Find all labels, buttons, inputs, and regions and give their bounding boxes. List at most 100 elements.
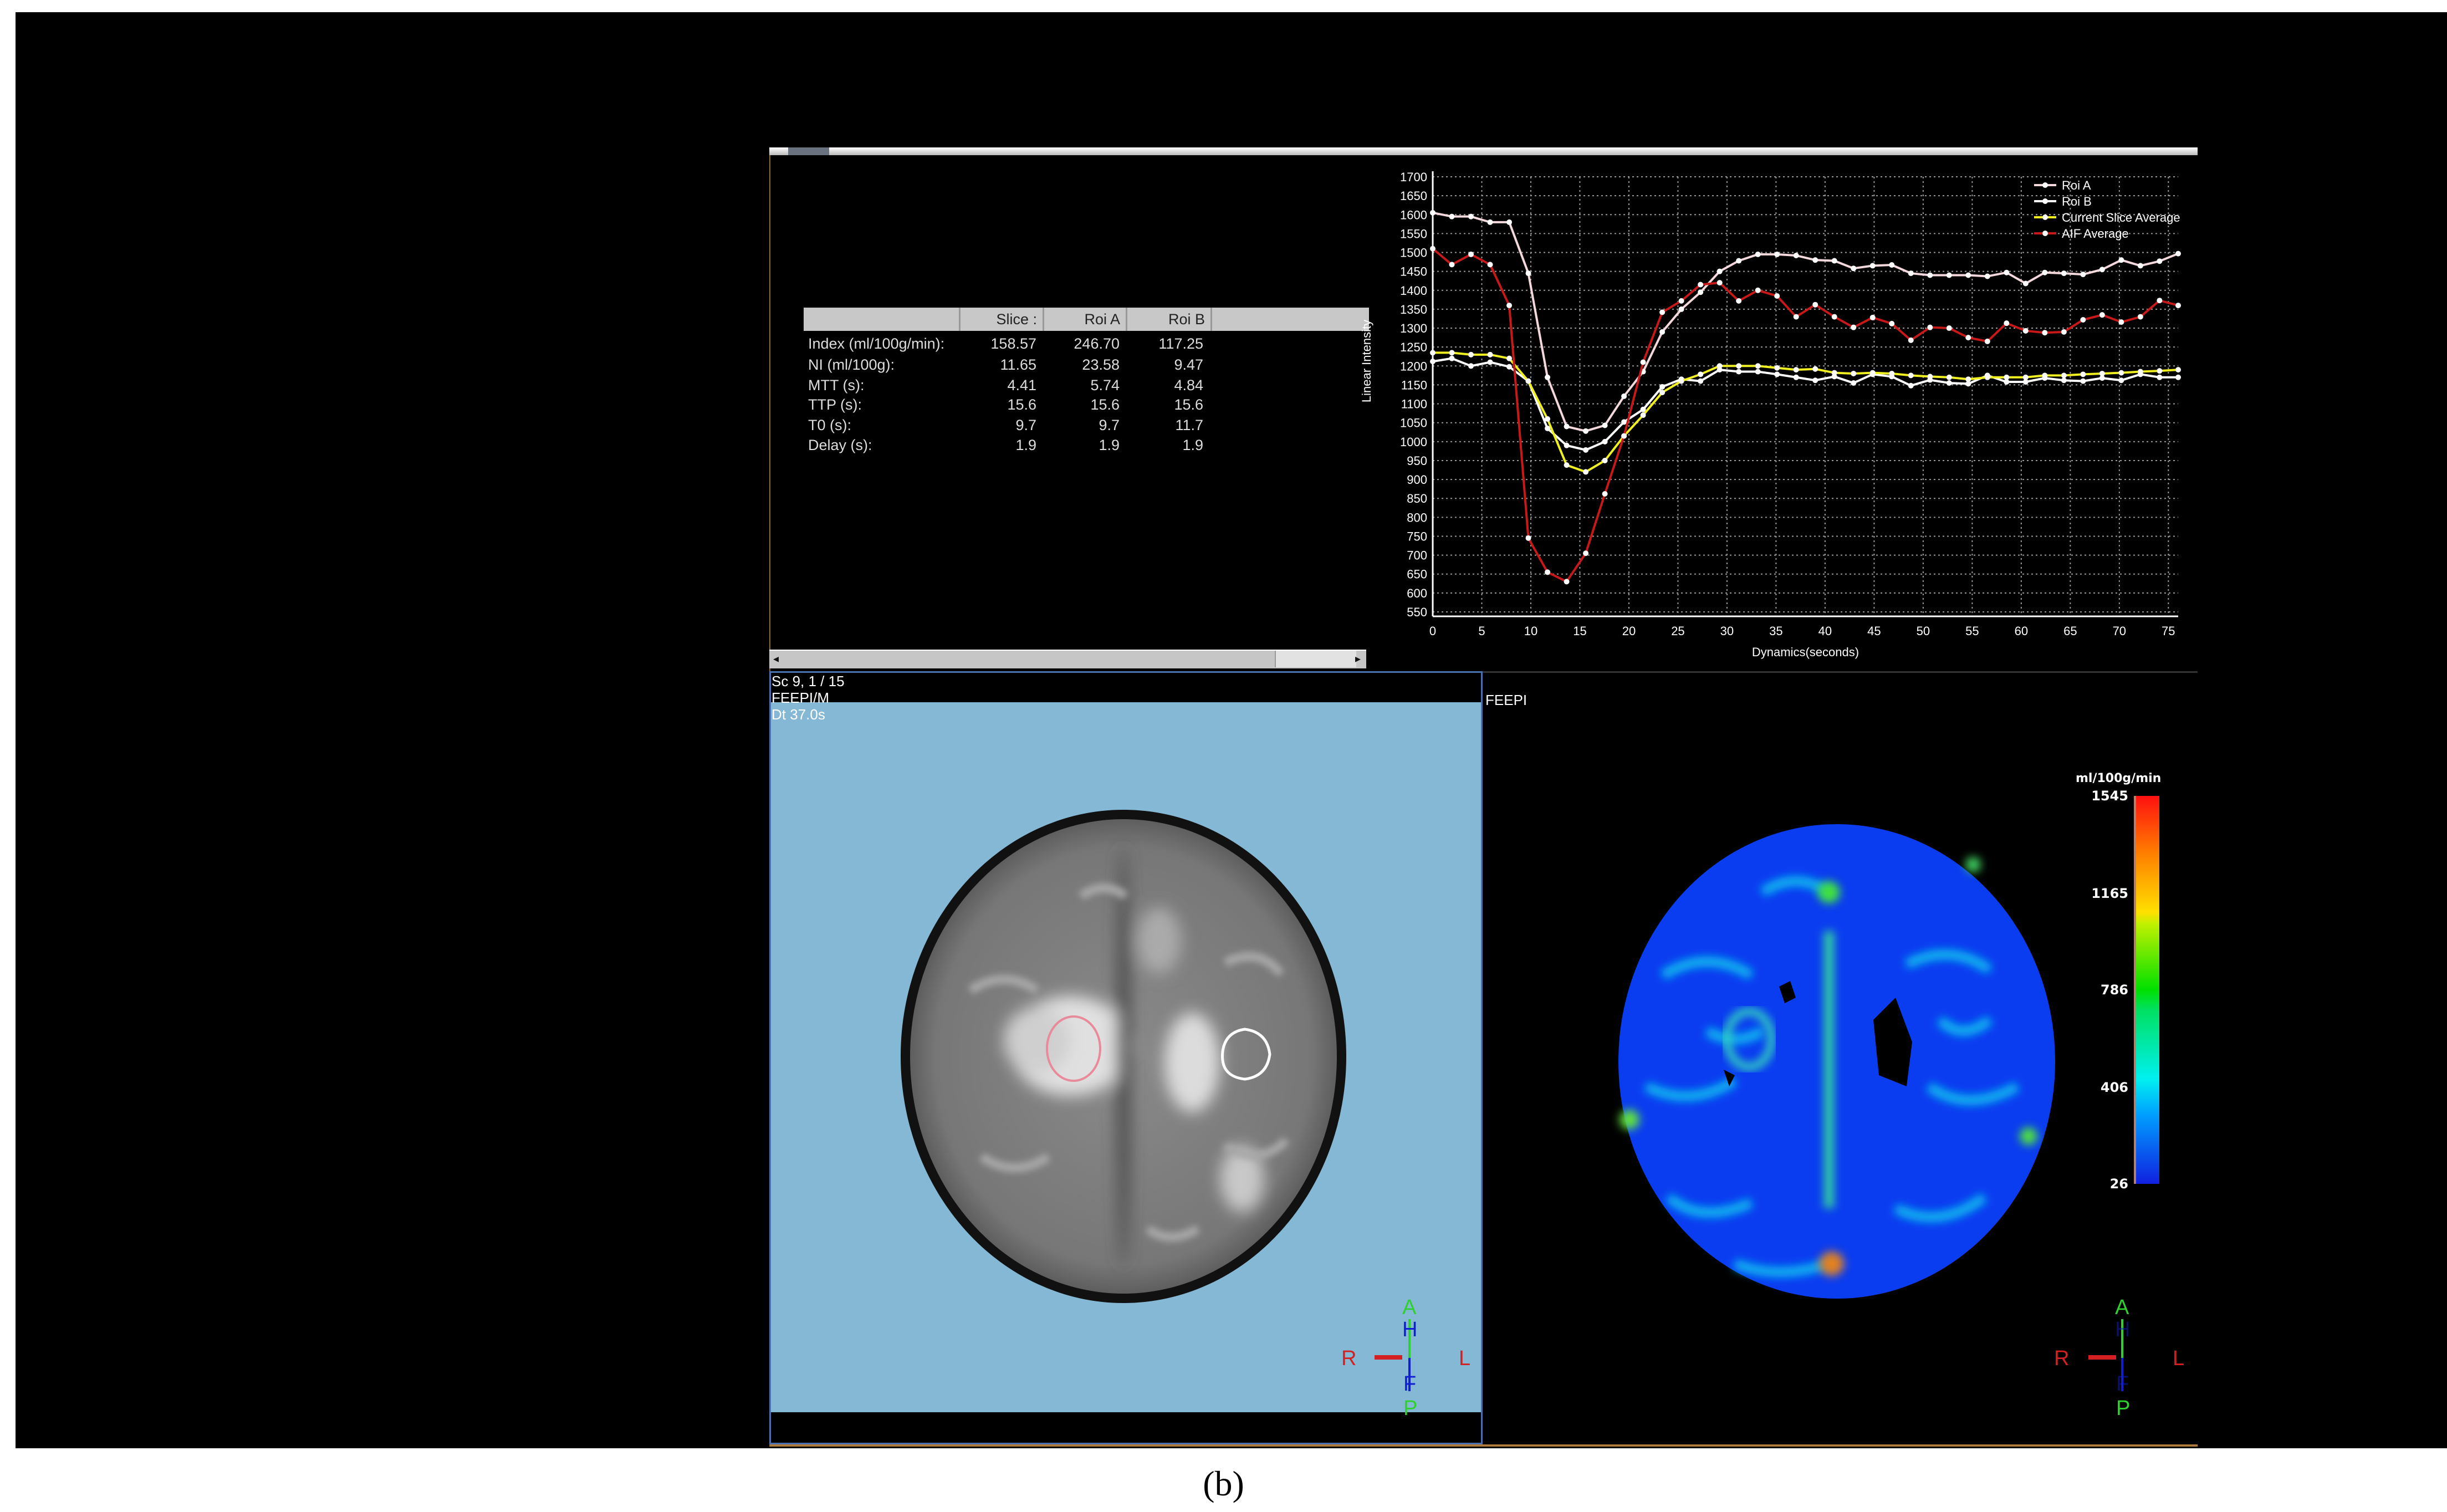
- data-point: [2042, 269, 2048, 275]
- data-point: [1449, 262, 1455, 268]
- table-row-label: NI (ml/100g):: [808, 356, 895, 373]
- table-cell-roi-b: 15.6: [1174, 396, 1203, 413]
- data-point: [1698, 371, 1704, 377]
- data-point: [2080, 378, 2086, 384]
- data-point: [1965, 272, 1971, 278]
- data-point: [1468, 363, 1474, 369]
- table-cell-slice: 11.65: [1000, 356, 1036, 373]
- orientation-anterior: A: [2115, 1296, 2129, 1319]
- table-cell-slice: 158.57: [990, 335, 1036, 352]
- data-point: [1774, 251, 1780, 257]
- cbf-perfusion-map[interactable]: [1596, 809, 2084, 1308]
- data-point: [1640, 359, 1646, 365]
- y-tick-label: 1500: [1400, 246, 1427, 260]
- top-toolbar-strip: [769, 147, 2198, 155]
- x-tick-label: 0: [1429, 624, 1436, 638]
- data-point: [1736, 298, 1742, 304]
- y-tick-label: 1600: [1400, 208, 1427, 222]
- data-point: [1851, 324, 1857, 330]
- x-tick-label: 20: [1622, 624, 1636, 638]
- table-header-slice[interactable]: Slice :: [961, 308, 1044, 331]
- y-tick-label: 950: [1407, 454, 1427, 468]
- data-point: [1621, 393, 1627, 399]
- x-tick-label: 40: [1818, 624, 1832, 638]
- data-point: [2175, 251, 2181, 257]
- data-point: [1908, 270, 1914, 277]
- y-tick-label: 1050: [1400, 416, 1427, 430]
- data-point: [1851, 265, 1857, 272]
- table-row-label: T0 (s):: [808, 417, 851, 433]
- data-point: [1659, 309, 1666, 315]
- signal-intensity-chart: 5506006507007508008509009501000105011001…: [1360, 170, 2181, 659]
- legend-marker: [2042, 198, 2048, 204]
- data-point: [2137, 314, 2143, 320]
- figure-caption: (b): [1203, 1464, 1244, 1503]
- scroll-left-arrow-icon[interactable]: ◂: [770, 651, 781, 667]
- data-point: [1583, 428, 1589, 434]
- orientation-head: H: [1402, 1318, 1418, 1341]
- data-point: [1736, 258, 1742, 264]
- y-tick-label: 1550: [1400, 227, 1427, 241]
- data-point: [1545, 374, 1551, 380]
- data-point: [2099, 312, 2105, 318]
- table-cell-slice: 1.9: [1015, 437, 1036, 453]
- data-point: [1812, 302, 1818, 308]
- data-point: [2042, 372, 2048, 379]
- data-point: [1736, 363, 1742, 369]
- table-cell-roi-a: 5.74: [1090, 377, 1120, 394]
- data-point: [1812, 377, 1818, 384]
- colorbar-tick: 406: [2100, 1080, 2128, 1095]
- toolbar-tab[interactable]: [788, 147, 829, 155]
- data-point: [2022, 328, 2029, 334]
- y-tick-label: 750: [1407, 529, 1427, 543]
- table-header-roi-b[interactable]: Roi B: [1127, 308, 1212, 331]
- data-point: [1831, 258, 1837, 264]
- data-point: [2022, 374, 2029, 380]
- table-header-label[interactable]: [804, 308, 961, 331]
- table-header-roi-a[interactable]: Roi A: [1044, 308, 1127, 331]
- data-point: [2175, 367, 2181, 373]
- orientation-feet: F: [1403, 1372, 1417, 1396]
- legend-label: Roi B: [2062, 195, 2092, 208]
- data-point: [1659, 384, 1666, 390]
- x-tick-label: 35: [1769, 624, 1782, 638]
- table-row-label: Index (ml/100g/min):: [808, 335, 945, 352]
- data-point: [1889, 320, 1895, 326]
- data-point: [1564, 462, 1570, 468]
- orientation-right: R: [1341, 1347, 1357, 1370]
- x-tick-label: 75: [2162, 624, 2175, 638]
- data-point: [1774, 365, 1780, 371]
- data-point: [1889, 262, 1895, 268]
- series-line-roi-a: [1432, 211, 2179, 432]
- y-tick-label: 1650: [1400, 189, 1427, 203]
- data-point: [2118, 319, 2124, 325]
- x-tick-label: 50: [1917, 624, 1930, 638]
- y-tick-label: 700: [1407, 549, 1427, 563]
- colorbar-tick-min: 26: [2109, 1176, 2128, 1192]
- data-point: [2175, 374, 2181, 380]
- data-point: [1812, 366, 1818, 372]
- data-point: [1583, 447, 1589, 453]
- data-point: [1640, 412, 1646, 418]
- data-point: [1659, 329, 1666, 335]
- table-cell-roi-b: 117.25: [1158, 335, 1203, 352]
- legend-label: Current Slice Average: [2062, 211, 2180, 224]
- table-cell-roi-a: 1.9: [1099, 437, 1120, 453]
- data-point: [2099, 370, 2105, 376]
- data-point: [2061, 372, 2067, 379]
- data-point: [1506, 219, 1513, 225]
- data-point: [1946, 374, 1952, 380]
- data-point: [2157, 368, 2163, 374]
- colorbar-title: ml/100g/min: [2076, 772, 2162, 785]
- data-point: [1984, 374, 1990, 380]
- data-point: [1908, 372, 1914, 379]
- y-tick-label: 1200: [1400, 359, 1427, 373]
- data-point: [1755, 369, 1761, 375]
- data-point: [1793, 367, 1799, 373]
- data-point: [2118, 257, 2124, 263]
- t2-brain-image[interactable]: [771, 702, 1481, 1412]
- data-point: [1927, 374, 1933, 380]
- dynamic-time-text: Dt 37.0s: [772, 706, 825, 723]
- table-cell-roi-b: 1.9: [1182, 437, 1203, 453]
- data-point: [2004, 320, 2010, 326]
